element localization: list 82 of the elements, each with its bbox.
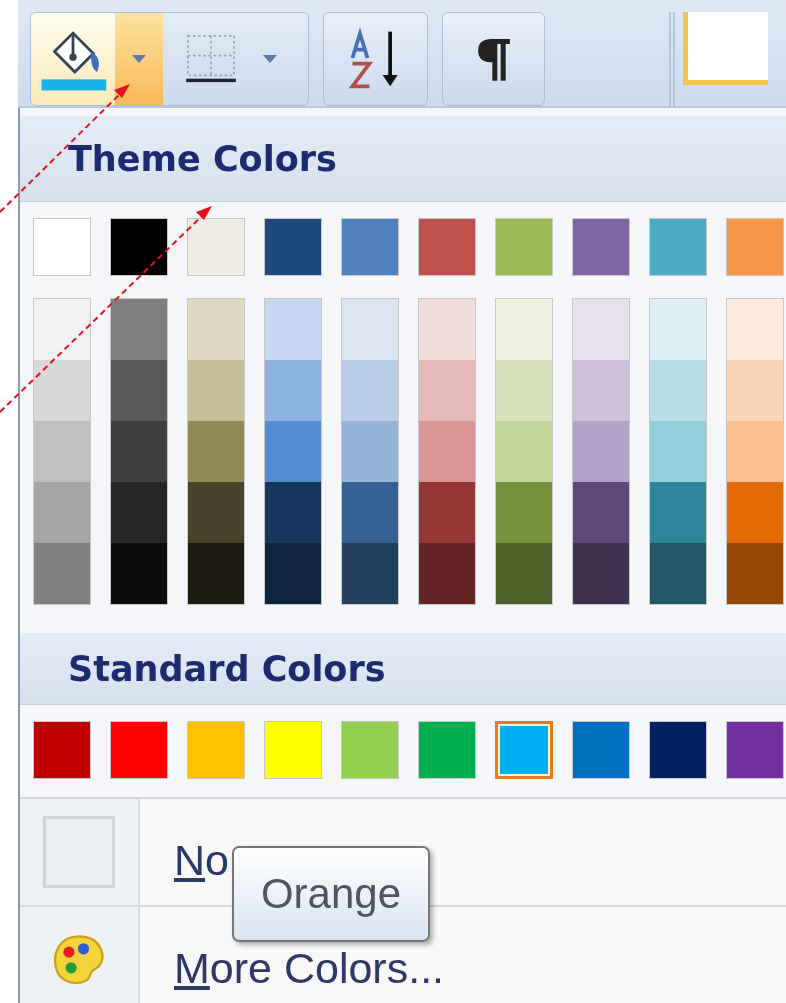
section-header: Theme Colors: [20, 116, 786, 202]
color-swatch[interactable]: [265, 482, 321, 543]
color-swatch[interactable]: [650, 360, 706, 421]
color-swatch[interactable]: [650, 421, 706, 482]
color-swatch[interactable]: [496, 482, 552, 543]
color-swatch[interactable]: [187, 218, 245, 276]
color-swatch[interactable]: [188, 421, 244, 482]
color-swatch[interactable]: [110, 218, 168, 276]
color-swatch[interactable]: [34, 482, 90, 543]
color-swatch[interactable]: [341, 721, 399, 779]
color-swatch[interactable]: [341, 218, 399, 276]
color-swatch[interactable]: [573, 421, 629, 482]
color-swatch[interactable]: [726, 721, 784, 779]
color-swatch[interactable]: [33, 218, 91, 276]
color-swatch[interactable]: [265, 360, 321, 421]
color-swatch[interactable]: [342, 421, 398, 482]
color-swatch[interactable]: [419, 360, 475, 421]
color-swatch[interactable]: [650, 299, 706, 360]
color-swatch[interactable]: [727, 299, 783, 360]
color-swatch[interactable]: [342, 360, 398, 421]
color-swatch[interactable]: [573, 543, 629, 604]
color-swatch[interactable]: [573, 482, 629, 543]
color-swatch[interactable]: [419, 299, 475, 360]
color-swatch[interactable]: [188, 360, 244, 421]
color-swatch[interactable]: [34, 360, 90, 421]
color-swatch[interactable]: [649, 218, 707, 276]
menu-item[interactable]: No: [174, 835, 229, 885]
shading-button[interactable]: [31, 13, 115, 105]
menu-item[interactable]: More Colors...: [174, 943, 445, 993]
color-swatch[interactable]: [188, 482, 244, 543]
color-swatch[interactable]: [110, 721, 168, 779]
color-swatch[interactable]: [727, 421, 783, 482]
color-swatch[interactable]: [111, 543, 167, 604]
color-swatch[interactable]: [188, 299, 244, 360]
color-swatch[interactable]: [264, 218, 322, 276]
caret-icon: [263, 55, 277, 63]
color-swatch[interactable]: [33, 721, 91, 779]
color-swatch[interactable]: [342, 482, 398, 543]
color-swatch[interactable]: [111, 482, 167, 543]
color-swatch[interactable]: [495, 218, 553, 276]
style-gallery-item[interactable]: [683, 12, 768, 85]
color-swatch[interactable]: [265, 421, 321, 482]
color-swatch[interactable]: [342, 543, 398, 604]
color-swatch[interactable]: [419, 543, 475, 604]
tooltip: Orange: [232, 846, 430, 942]
color-swatch[interactable]: [573, 299, 629, 360]
color-swatch[interactable]: [34, 421, 90, 482]
empty-swatch-icon: [43, 816, 115, 888]
color-swatch[interactable]: [495, 721, 553, 779]
color-swatch[interactable]: [187, 721, 245, 779]
color-swatch[interactable]: [34, 543, 90, 604]
color-swatch[interactable]: [726, 218, 784, 276]
color-swatch[interactable]: [111, 299, 167, 360]
color-swatch[interactable]: [419, 482, 475, 543]
color-swatch[interactable]: [418, 218, 476, 276]
color-swatch[interactable]: [264, 721, 322, 779]
color-swatch[interactable]: [573, 360, 629, 421]
color-swatch[interactable]: [572, 721, 630, 779]
color-swatch[interactable]: [496, 421, 552, 482]
color-swatch[interactable]: [650, 482, 706, 543]
color-swatch[interactable]: [419, 421, 475, 482]
caret-icon: [132, 55, 146, 63]
color-swatch[interactable]: [342, 299, 398, 360]
color-swatch[interactable]: [418, 721, 476, 779]
color-swatch[interactable]: [496, 299, 552, 360]
show-marks-button[interactable]: [442, 12, 545, 106]
color-swatch[interactable]: [572, 218, 630, 276]
section-header: Standard Colors: [20, 633, 786, 705]
color-swatch[interactable]: [649, 721, 707, 779]
color-swatch[interactable]: [650, 543, 706, 604]
color-swatch[interactable]: [111, 421, 167, 482]
color-swatch[interactable]: [188, 543, 244, 604]
color-swatch[interactable]: [265, 299, 321, 360]
color-swatch[interactable]: [34, 299, 90, 360]
sort-button[interactable]: [323, 12, 428, 106]
color-swatch[interactable]: [496, 543, 552, 604]
color-swatch[interactable]: [265, 543, 321, 604]
color-swatch[interactable]: [727, 360, 783, 421]
color-swatch[interactable]: [496, 360, 552, 421]
color-swatch[interactable]: [727, 482, 783, 543]
color-swatch[interactable]: [727, 543, 783, 604]
color-swatch[interactable]: [111, 360, 167, 421]
